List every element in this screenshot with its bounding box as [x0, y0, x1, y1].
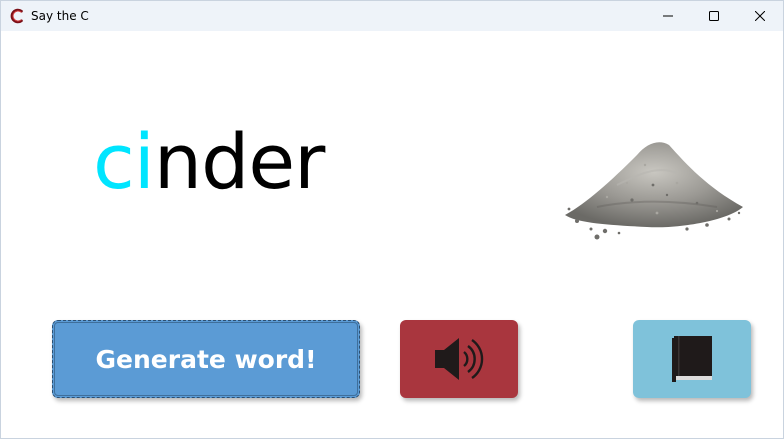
current-word: cinder	[93, 117, 325, 207]
window-controls	[645, 1, 783, 31]
minimize-button[interactable]	[645, 1, 691, 31]
minimize-icon	[663, 15, 673, 17]
dictionary-button[interactable]	[633, 320, 751, 398]
book-icon	[672, 336, 712, 382]
c-logo-icon	[10, 8, 23, 24]
window-title: Say the C	[31, 9, 89, 23]
main-content: cinder Generate word!	[1, 31, 783, 438]
speaker-icon	[435, 338, 484, 380]
word-rest: nder	[153, 117, 325, 206]
app-window: Say the C cinder Generate word!	[0, 0, 784, 439]
play-sound-button[interactable]	[400, 320, 518, 398]
close-icon	[755, 11, 765, 21]
word-highlight: ci	[93, 117, 155, 206]
maximize-icon	[709, 11, 719, 21]
maximize-button[interactable]	[691, 1, 737, 31]
close-button[interactable]	[737, 1, 783, 31]
word-picture	[565, 142, 743, 240]
generate-word-label: Generate word!	[95, 344, 317, 374]
generate-word-button[interactable]: Generate word!	[52, 320, 360, 398]
title-bar[interactable]: Say the C	[1, 1, 783, 31]
